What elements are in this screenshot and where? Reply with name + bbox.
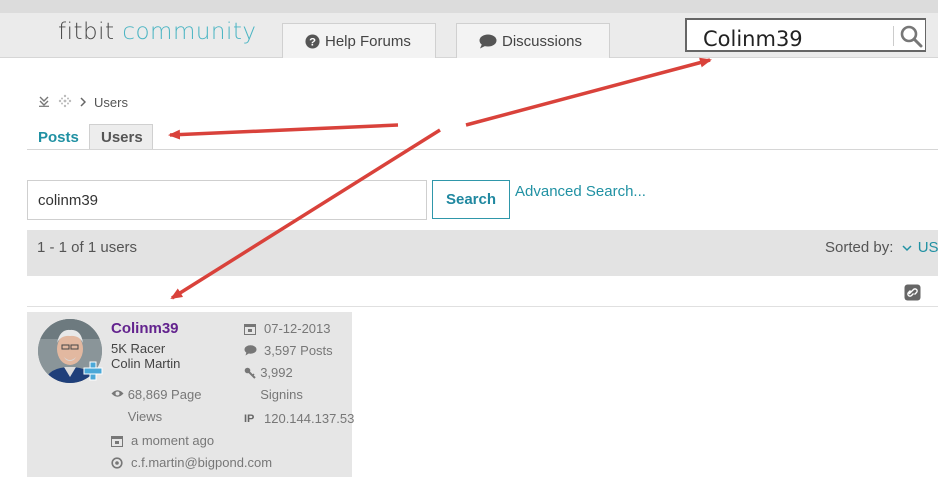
svg-text:?: ?	[309, 36, 316, 48]
user-real-name: Colin Martin	[111, 356, 181, 371]
speech-bubble-icon	[244, 344, 264, 356]
tab-discussions[interactable]: Discussions	[456, 23, 610, 58]
top-strip	[0, 0, 938, 13]
email-stat: c.f.martin@bigpond.com	[111, 455, 311, 474]
email-at-icon	[111, 456, 131, 469]
ip-address: 120.144.137.53	[264, 411, 355, 426]
registered-stat: 07-12-2013	[244, 321, 354, 340]
logo-brand: fitbit	[58, 19, 115, 45]
last-visit-text: a moment ago	[131, 433, 215, 448]
rank-badge-icon	[82, 360, 104, 387]
tab-help-forums[interactable]: ? Help Forums	[282, 23, 436, 58]
sort-value: USE	[917, 239, 938, 256]
chevron-right-icon	[80, 95, 87, 110]
advanced-search-link[interactable]: Advanced Search...	[515, 183, 646, 200]
username-link[interactable]: Colinm39	[111, 320, 179, 337]
email-text: c.f.martin@bigpond.com	[131, 455, 273, 470]
arrow-to-users-tab	[168, 123, 399, 140]
sort-control[interactable]: Sorted by: USE	[825, 239, 938, 256]
key-icon	[244, 366, 260, 379]
tab-posts[interactable]: Posts	[27, 124, 89, 150]
tabs-divider	[27, 149, 938, 150]
posts-stat: 3,597 Posts	[244, 343, 354, 362]
tab-users[interactable]: Users	[89, 124, 153, 150]
signins-count: 3,992 Signins	[260, 365, 303, 402]
arrow-search-to-results	[465, 57, 712, 127]
header-search-input[interactable]: Colinm39	[685, 18, 926, 52]
results-bar: 1 - 1 of 1 users Sorted by: USE	[27, 230, 938, 276]
calendar-icon	[244, 322, 264, 335]
community-dots-icon[interactable]	[58, 94, 72, 111]
tab-help-forums-label: Help Forums	[325, 32, 411, 50]
last-visit-stat: a moment ago	[111, 433, 251, 452]
user-search-input[interactable]: colinm39	[27, 180, 427, 220]
link-icon[interactable]	[904, 284, 921, 306]
search-icon[interactable]	[899, 24, 923, 53]
page-views-text: 68,869 Page Views	[127, 387, 202, 424]
site-logo[interactable]: fitbit community	[58, 19, 257, 45]
calendar-icon	[111, 434, 131, 447]
results-divider	[27, 306, 938, 307]
search-divider	[893, 26, 894, 46]
eye-icon	[111, 388, 128, 398]
registered-date: 07-12-2013	[264, 321, 331, 336]
user-rank: 5K Racer	[111, 341, 166, 356]
search-type-tabs: Posts Users	[27, 124, 153, 150]
user-card: Colinm39 5K Racer Colin Martin 68,869 Pa…	[27, 312, 354, 477]
breadcrumb: Users	[38, 94, 128, 111]
breadcrumb-current: Users	[94, 95, 128, 110]
page-views-stat: 68,869 Page Views	[111, 387, 221, 428]
question-circle-icon: ?	[305, 33, 320, 49]
results-count: 1 - 1 of 1 users	[37, 239, 138, 256]
ip-icon: IP	[244, 413, 255, 425]
signins-stat: 3,992 Signins	[244, 365, 324, 406]
sort-label: Sorted by:	[825, 239, 894, 256]
chevron-down-icon	[902, 239, 912, 256]
posts-count: 3,597 Posts	[264, 343, 333, 358]
logo-community: community	[122, 19, 257, 45]
home-icon[interactable]	[38, 95, 50, 110]
speech-bubble-icon	[479, 34, 497, 49]
header-search-value: Colinm39	[703, 27, 803, 51]
tab-discussions-label: Discussions	[502, 32, 583, 50]
ip-stat: IP 120.144.137.53	[244, 411, 364, 430]
search-button[interactable]: Search	[432, 180, 510, 219]
